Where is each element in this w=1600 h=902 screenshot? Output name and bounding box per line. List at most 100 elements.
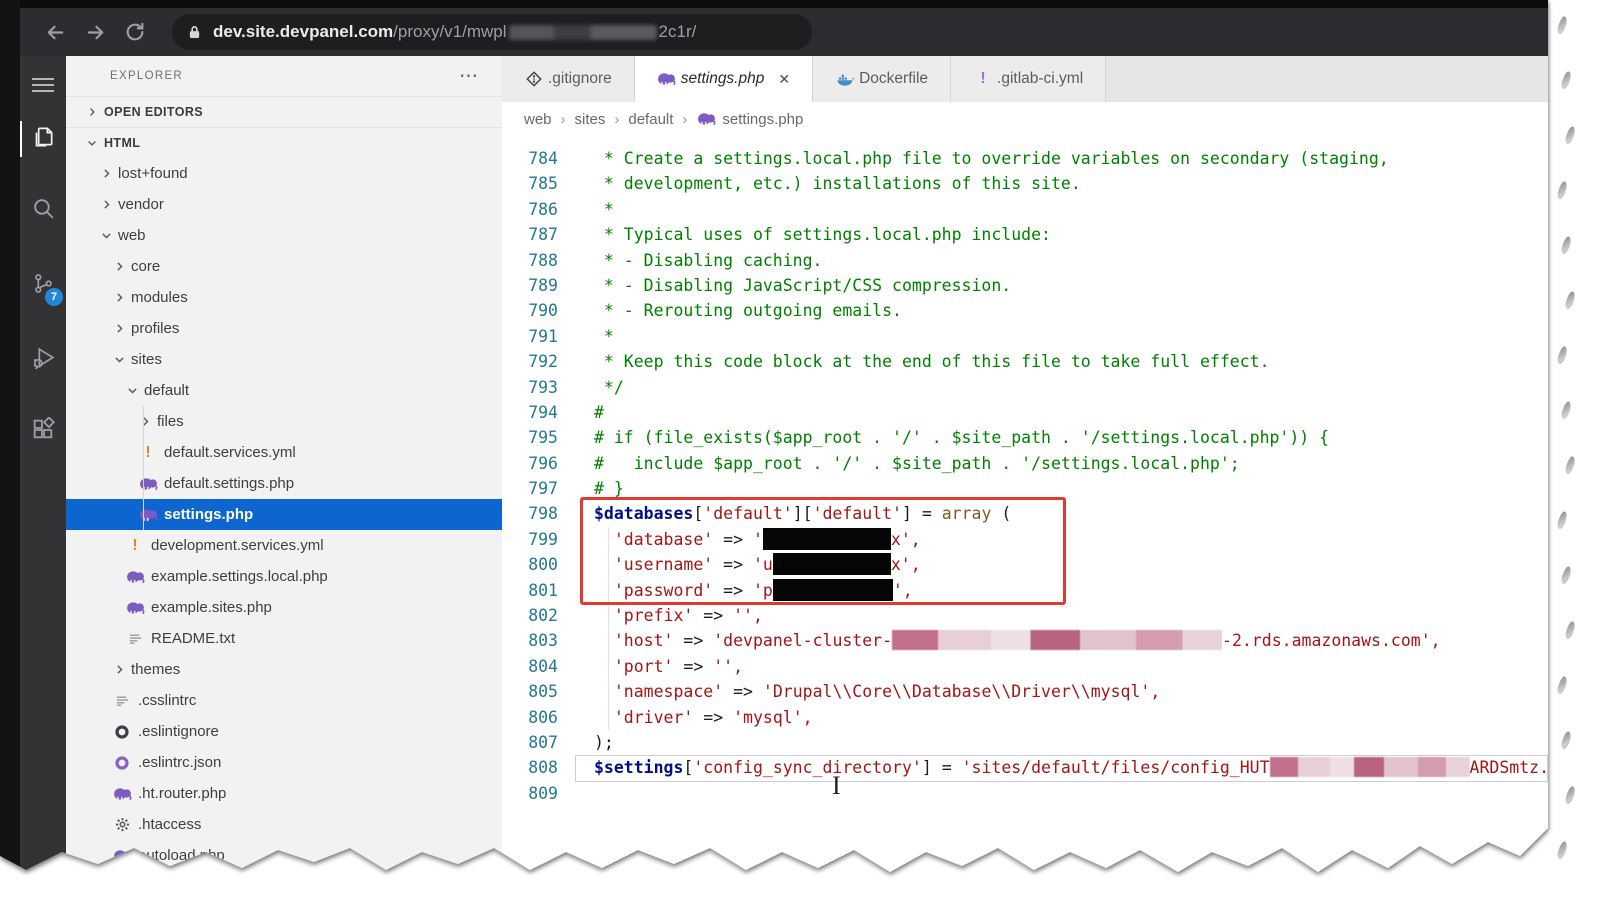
tree-item-example.sites.php[interactable]: example.sites.php <box>66 592 502 623</box>
tree-item-.csslintrc[interactable]: .csslintrc <box>66 685 502 716</box>
explorer-more-actions-icon[interactable]: ⋯ <box>459 65 480 88</box>
tree-item-.eslintignore[interactable]: .eslintignore <box>66 716 502 747</box>
breadcrumb-item-settings.php[interactable]: settings.php <box>722 111 803 128</box>
tree-item-default.settings.php[interactable]: default.settings.php <box>66 468 502 499</box>
reload-button[interactable] <box>118 15 152 49</box>
code-line-796[interactable]: 796# include $app_root . '/' . $site_pat… <box>502 451 1548 476</box>
line-number[interactable]: 796 <box>502 451 558 476</box>
code-line-793[interactable]: 793 */ <box>502 375 1548 400</box>
breadcrumb-item-sites[interactable]: sites <box>575 111 606 128</box>
activity-explorer-button[interactable] <box>20 112 66 166</box>
code-line-804[interactable]: 804 'port' => '', <box>502 654 1548 679</box>
code-line-791[interactable]: 791 * <box>502 324 1548 349</box>
tree-item-.ht.router.php[interactable]: .ht.router.php <box>66 778 502 809</box>
code-line-789[interactable]: 789 * - Disabling JavaScript/CSS compres… <box>502 273 1548 298</box>
breadcrumb-item-default[interactable]: default <box>628 111 673 128</box>
line-number[interactable]: 808 <box>502 755 558 780</box>
tree-item-profiles[interactable]: profiles <box>66 313 502 344</box>
tree-item-autoload.php[interactable]: autoload.php <box>66 840 502 871</box>
line-number[interactable]: 784 <box>502 146 558 171</box>
tab-dockerfile[interactable]: Dockerfile <box>813 56 951 102</box>
tree-item-modules[interactable]: modules <box>66 282 502 313</box>
tree-item-default.services.yml[interactable]: !default.services.yml <box>66 437 502 468</box>
line-number[interactable]: 806 <box>502 705 558 730</box>
code-line-801[interactable]: 801 'password' => 'p', <box>502 578 1548 603</box>
tab-.gitignore[interactable]: .gitignore <box>502 56 635 102</box>
tree-item-readme.txt[interactable]: README.txt <box>66 623 502 654</box>
line-number[interactable]: 809 <box>502 781 558 806</box>
tree-item-settings.php[interactable]: settings.php <box>66 499 502 530</box>
line-number[interactable]: 789 <box>502 273 558 298</box>
line-number[interactable]: 807 <box>502 730 558 755</box>
tree-item-example.settings.local.php[interactable]: example.settings.local.php <box>66 561 502 592</box>
forward-button[interactable] <box>78 15 112 49</box>
address-bar[interactable]: dev.site.devpanel.com/proxy/v1/mwpl2c1r/ <box>172 14 812 50</box>
code-line-797[interactable]: 797# } <box>502 476 1548 501</box>
code-line-786[interactable]: 786 * <box>502 197 1548 222</box>
code-line-803[interactable]: 803 'host' => 'devpanel-cluster--2.rds.a… <box>502 628 1548 653</box>
line-number[interactable]: 794 <box>502 400 558 425</box>
code-editor[interactable]: I 784 * Create a settings.local.php file… <box>502 136 1548 880</box>
open-editors-section[interactable]: OPEN EDITORS <box>66 96 502 127</box>
activity-run-debug-button[interactable] <box>20 333 66 387</box>
line-number[interactable]: 786 <box>502 197 558 222</box>
line-number[interactable]: 805 <box>502 679 558 704</box>
root-folder-section[interactable]: HTML <box>66 127 502 158</box>
code-line-809[interactable]: 809 <box>502 781 1548 806</box>
tree-item-vendor[interactable]: vendor <box>66 189 502 220</box>
tree-item-web[interactable]: web <box>66 220 502 251</box>
code-line-798[interactable]: 798$databases['default']['default'] = ar… <box>502 501 1548 526</box>
line-number[interactable]: 790 <box>502 298 558 323</box>
line-number[interactable]: 802 <box>502 603 558 628</box>
breadcrumb-item-web[interactable]: web <box>524 111 552 128</box>
activity-source-control-button[interactable]: 7 <box>20 259 66 313</box>
activity-extensions-button[interactable] <box>20 405 66 459</box>
tree-item-themes[interactable]: themes <box>66 654 502 685</box>
code-line-802[interactable]: 802 'prefix' => '', <box>502 603 1548 628</box>
code-line-788[interactable]: 788 * - Disabling caching. <box>502 248 1548 273</box>
code-line-800[interactable]: 800 'username' => 'ux', <box>502 552 1548 577</box>
code-line-784[interactable]: 784 * Create a settings.local.php file t… <box>502 146 1548 171</box>
tab-.gitlab-ci.yml[interactable]: !.gitlab-ci.yml <box>951 56 1106 102</box>
line-number[interactable]: 787 <box>502 222 558 247</box>
line-number[interactable]: 797 <box>502 476 558 501</box>
activity-search-button[interactable] <box>20 184 66 238</box>
code-line-799[interactable]: 799 'database' => 'x', <box>502 527 1548 552</box>
code-line-790[interactable]: 790 * - Rerouting outgoing emails. <box>502 298 1548 323</box>
line-number[interactable]: 791 <box>502 324 558 349</box>
code-line-792[interactable]: 792 * Keep this code block at the end of… <box>502 349 1548 374</box>
tree-item-.htaccess[interactable]: .htaccess <box>66 809 502 840</box>
tree-item-default[interactable]: default <box>66 375 502 406</box>
code-line-795[interactable]: 795# if (file_exists($app_root . '/' . $… <box>502 425 1548 450</box>
line-number[interactable]: 795 <box>502 425 558 450</box>
code-line-785[interactable]: 785 * development, etc.) installations o… <box>502 171 1548 196</box>
line-number[interactable]: 800 <box>502 552 558 577</box>
tree-item-.eslintrc.json[interactable]: .eslintrc.json <box>66 747 502 778</box>
tree-item-lost+found[interactable]: lost+found <box>66 158 502 189</box>
back-button[interactable] <box>38 15 72 49</box>
line-number[interactable]: 785 <box>502 171 558 196</box>
line-number[interactable]: 798 <box>502 501 558 526</box>
line-number[interactable]: 799 <box>502 527 558 552</box>
line-number[interactable]: 803 <box>502 628 558 653</box>
line-number[interactable]: 788 <box>502 248 558 273</box>
code-line-807[interactable]: 807); <box>502 730 1548 755</box>
code-line-794[interactable]: 794# <box>502 400 1548 425</box>
line-number[interactable]: 793 <box>502 375 558 400</box>
lock-icon[interactable] <box>188 24 201 40</box>
tab-close-icon[interactable]: ✕ <box>778 71 790 88</box>
code-line-787[interactable]: 787 * Typical uses of settings.local.php… <box>502 222 1548 247</box>
tree-item-core[interactable]: core <box>66 251 502 282</box>
line-number[interactable]: 801 <box>502 578 558 603</box>
tab-settings.php[interactable]: settings.php✕ <box>635 56 813 102</box>
tree-item-development.services.yml[interactable]: !development.services.yml <box>66 530 502 561</box>
code-line-805[interactable]: 805 'namespace' => 'Drupal\\Core\\Databa… <box>502 679 1548 704</box>
code-line-806[interactable]: 806 'driver' => 'mysql', <box>502 705 1548 730</box>
tree-item-files[interactable]: files <box>66 406 502 437</box>
tree-item-sites[interactable]: sites <box>66 344 502 375</box>
code-line-808[interactable]: 808$settings['config_sync_directory'] = … <box>502 755 1548 780</box>
chevron-right-icon <box>99 167 113 180</box>
activity-menu-button[interactable] <box>20 60 66 114</box>
line-number[interactable]: 804 <box>502 654 558 679</box>
line-number[interactable]: 792 <box>502 349 558 374</box>
